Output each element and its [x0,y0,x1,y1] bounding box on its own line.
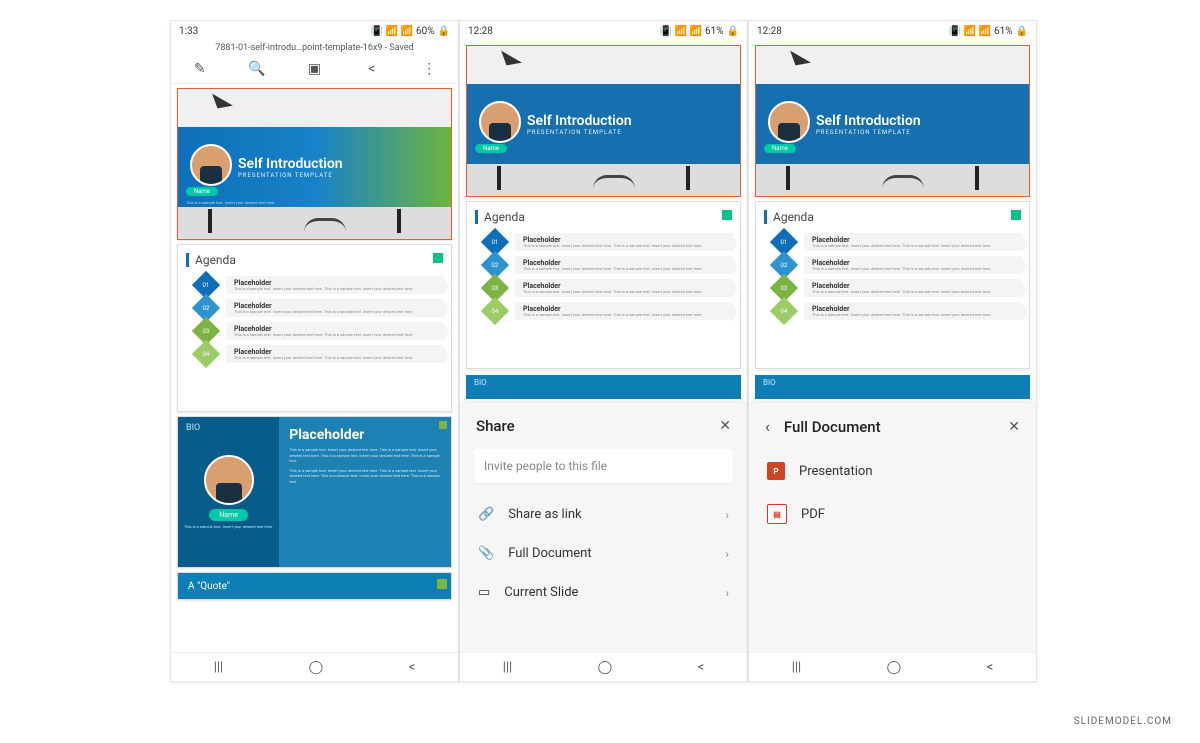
status-icons: 📳 📶 📶 61%🔒 [949,26,1028,37]
powerpoint-icon: P [767,462,785,480]
slide-quote[interactable]: A "Quote" [177,572,452,600]
avatar [768,101,810,143]
nav-recent-icon[interactable]: ||| [214,660,224,675]
bio-title: Placeholder [289,427,441,443]
nav-home-icon[interactable]: ◯ [309,660,324,675]
document-title: 7881-01-self-introdu…point-template-16x9… [171,41,458,55]
more-icon[interactable]: ⋮ [420,60,438,78]
nav-back-icon[interactable]: < [987,660,994,675]
slide-list[interactable]: Self Introduction PRESENTATION TEMPLATE … [171,84,458,649]
slide-agenda[interactable]: Agenda 01PlaceholderThis is a sample tex… [466,201,741,369]
slide-agenda[interactable]: Agenda 01PlaceholderThis is a sample tex… [177,244,452,412]
search-icon[interactable]: 🔍 [248,60,266,78]
fulldoc-title: Full Document [784,418,881,436]
nav-home-icon[interactable]: ◯ [598,660,613,675]
android-navbar: ||| ◯ < [749,652,1036,681]
slide-title[interactable]: Self Introduction PRESENTATION TEMPLATE … [755,45,1030,197]
current-slide[interactable]: ▭ Current Slide › [460,573,747,612]
nav-back-icon[interactable]: < [698,660,705,675]
slide-bio-partial[interactable]: BIO [466,375,741,399]
slide-bio-partial[interactable]: BIO [755,375,1030,399]
slide-subtitle: PRESENTATION TEMPLATE [238,172,343,179]
phone-1: 1:33 📳 📶 📶 60%🔒 7881-01-self-introdu…poi… [170,20,459,682]
avatar [190,144,232,186]
share-icon[interactable]: < [363,60,381,78]
status-icons: 📳 📶 📶 61%🔒 [660,26,739,37]
phone-3: 12:28 📳 📶 📶 61%🔒 Self Introduction PRESE… [748,20,1037,682]
export-pdf[interactable]: ▤ PDF [749,492,1036,536]
close-icon[interactable]: ✕ [719,418,731,434]
edit-icon[interactable]: ✎ [191,60,209,78]
toolbar: ✎ 🔍 ▣ < ⋮ [171,55,458,84]
attachment-icon: 📎 [478,546,494,561]
agenda-heading: Agenda [186,253,443,267]
full-document-sheet: ‹ Full Document ✕ P Presentation ▤ PDF [749,403,1036,653]
chevron-right-icon: › [725,508,729,522]
share-as-link[interactable]: 🔗 Share as link › [460,495,747,534]
link-icon: 🔗 [478,507,494,522]
phone-2: 12:28 📳 📶 📶 61%🔒 Self Introduction PRESE… [459,20,748,682]
slide-title[interactable]: Self Introduction PRESENTATION TEMPLATE … [177,88,452,240]
export-presentation[interactable]: P Presentation [749,450,1036,492]
status-time: 1:33 [179,26,198,37]
slide-icon: ▭ [478,585,490,600]
pdf-icon: ▤ [767,504,787,524]
android-navbar: ||| ◯ < [460,652,747,681]
name-badge: Name [186,187,218,196]
bio-heading: BIO [186,423,200,433]
avatar [479,101,521,143]
caption: This is a sample text. Insert your desir… [186,201,275,206]
chevron-right-icon: › [725,547,729,561]
share-sheet: Share ✕ Invite people to this file 🔗 Sha… [460,403,747,653]
nav-recent-icon[interactable]: ||| [503,660,513,675]
slide-agenda[interactable]: Agenda 01PlaceholderThis is a sample tex… [755,201,1030,369]
status-bar: 12:28 📳 📶 📶 61%🔒 [460,21,747,41]
invite-input[interactable]: Invite people to this file [474,449,733,483]
slide-bio[interactable]: BIO Name This is a sample text. Insert y… [177,416,452,568]
bio-avatar [204,455,254,505]
slide-title-text: Self Introduction [238,156,343,172]
watermark: SLIDEMODEL.COM [1074,716,1172,727]
status-bar: 12:28 📳 📶 📶 61%🔒 [749,21,1036,41]
nav-home-icon[interactable]: ◯ [887,660,902,675]
status-bar: 1:33 📳 📶 📶 60%🔒 [171,21,458,41]
share-title: Share [476,417,515,435]
nav-back-icon[interactable]: < [409,660,416,675]
present-icon[interactable]: ▣ [305,60,323,78]
slide-title[interactable]: Self Introduction PRESENTATION TEMPLATE … [466,45,741,197]
full-document[interactable]: 📎 Full Document › [460,534,747,573]
android-navbar: ||| ◯ < [171,652,458,681]
status-time: 12:28 [468,26,493,37]
bio-name-badge: Name [209,509,248,521]
status-time: 12:28 [757,26,782,37]
bio-caption: This is a sample text. Insert your desir… [184,525,273,530]
close-icon[interactable]: ✕ [1008,419,1020,435]
status-icons: 📳 📶 📶 60%🔒 [371,26,450,37]
back-icon[interactable]: ‹ [765,417,770,436]
chevron-right-icon: › [725,586,729,600]
nav-recent-icon[interactable]: ||| [792,660,802,675]
